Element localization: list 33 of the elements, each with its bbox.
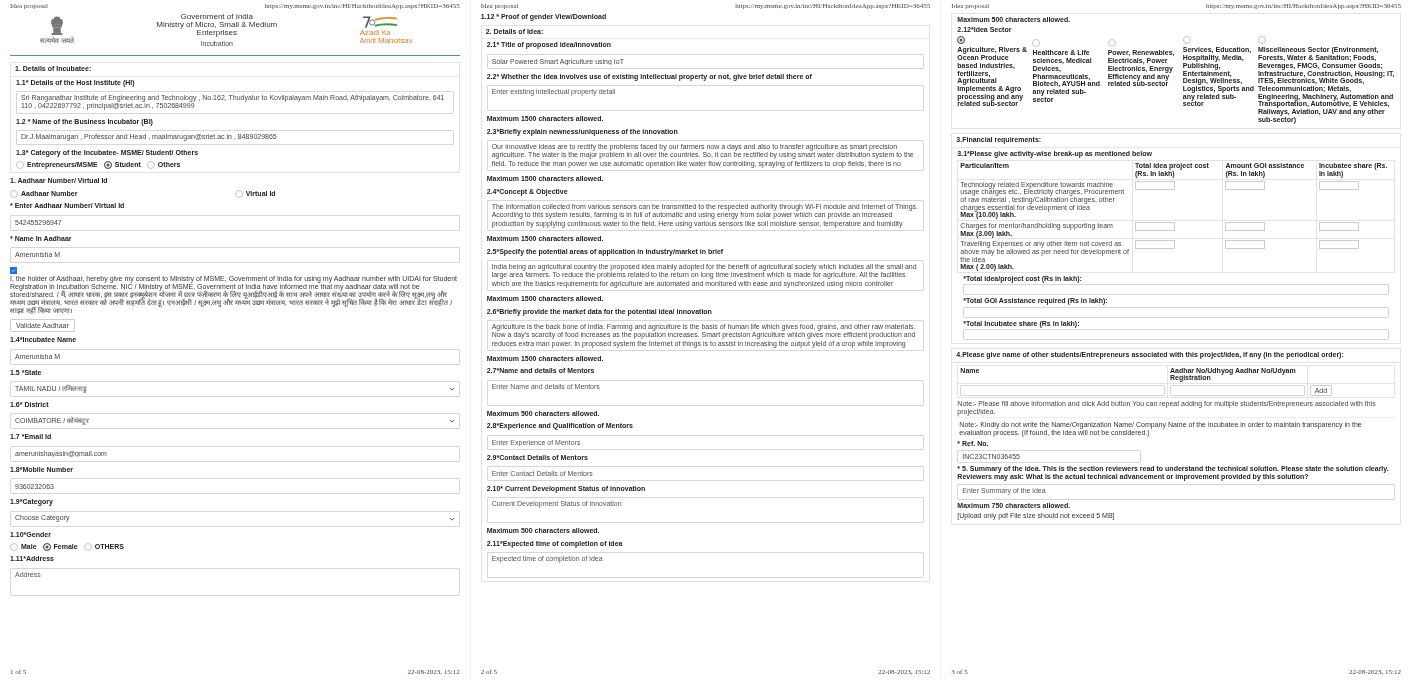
caret-icon [448, 419, 455, 424]
radio-button[interactable] [146, 161, 155, 170]
amount-field[interactable] [1135, 240, 1175, 250]
logo-word: Azadi [359, 28, 380, 37]
input-field[interactable] [963, 306, 1389, 318]
amount-field[interactable] [1318, 180, 1359, 190]
ministry-title: Government of India Ministry of Micro, Small & Medium Enterprises [156, 12, 278, 38]
amount-field[interactable] [1318, 240, 1359, 250]
amount-field[interactable] [1318, 221, 1359, 231]
input-field[interactable] [963, 329, 1389, 341]
logo-word: Mahotsav [378, 36, 413, 45]
checkbox[interactable] [10, 266, 17, 274]
radio-button[interactable] [957, 36, 966, 45]
input-field[interactable] [963, 284, 1389, 296]
amount-field[interactable] [1135, 221, 1175, 231]
amount-field[interactable] [1225, 180, 1266, 190]
input-field[interactable] [960, 385, 1165, 396]
radio-button[interactable] [1182, 36, 1191, 45]
radio-button[interactable] [83, 543, 92, 552]
amount-field[interactable] [1135, 180, 1175, 190]
radio-button[interactable] [1257, 36, 1266, 45]
radio-button[interactable] [16, 161, 24, 170]
caret-icon [448, 386, 455, 391]
amount-field[interactable] [1225, 240, 1266, 250]
radio-button[interactable] [10, 189, 18, 198]
caret-icon [448, 516, 455, 521]
national-emblem-icon [48, 15, 65, 38]
radio-button[interactable] [10, 543, 18, 552]
radio-button[interactable] [1032, 39, 1041, 48]
amount-field[interactable] [1225, 221, 1266, 231]
input-field[interactable] [1169, 385, 1305, 396]
radio-button[interactable] [234, 189, 243, 198]
radio-button[interactable] [1107, 39, 1116, 48]
